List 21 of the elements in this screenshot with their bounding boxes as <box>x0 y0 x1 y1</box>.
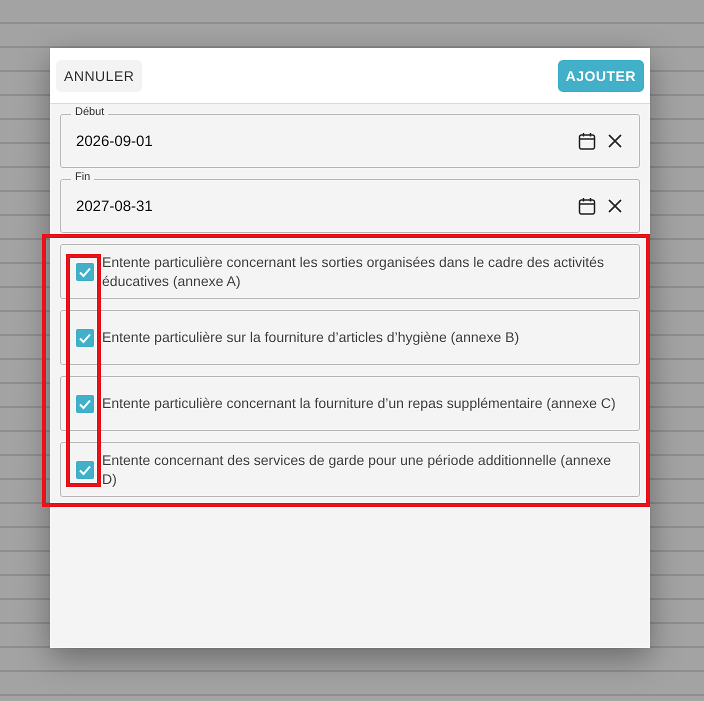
field-value: 2026-09-01 <box>76 132 154 150</box>
agreement-option[interactable]: Entente concernant des services de garde pour une période additionnelle (annexe D) <box>60 442 640 497</box>
date-field[interactable]: 2027-08-31 <box>60 179 640 233</box>
checkbox[interactable] <box>76 394 94 412</box>
field-label: Début <box>71 106 108 118</box>
option-label: Entente particulière sur la fourniture d’articles d’hygiène (annexe B) <box>102 328 520 347</box>
calendar-icon[interactable] <box>577 196 597 216</box>
agreement-option[interactable]: Entente particulière concernant la fourniture d’un repas supplémentaire (annexe C) <box>60 376 640 431</box>
cancel-button[interactable]: ANNULER <box>56 60 142 92</box>
checkbox[interactable] <box>76 262 94 280</box>
checkbox[interactable] <box>76 460 94 478</box>
option-label: Entente particulière concernant les sorties organisées dans le cadre des activités éducatives (annexe A) <box>102 252 605 290</box>
date-field[interactable]: 2026-09-01 <box>60 114 640 168</box>
option-label: Entente particulière concernant la fourniture d’un repas supplémentaire (annexe C) <box>102 394 616 413</box>
agreement-option[interactable]: Entente particulière sur la fourniture d’articles d’hygiène (annexe B) <box>60 310 640 365</box>
field-label: Fin <box>71 171 94 183</box>
checkbox[interactable] <box>76 328 94 346</box>
agreement-option[interactable]: Entente particulière concernant les sorties organisées dans le cadre des activités éducatives (annexe A) <box>60 244 640 299</box>
calendar-icon[interactable] <box>577 131 597 151</box>
option-label: Entente concernant des services de garde pour une période additionnelle (annexe D) <box>102 450 612 488</box>
field-value: 2027-08-31 <box>76 198 154 214</box>
